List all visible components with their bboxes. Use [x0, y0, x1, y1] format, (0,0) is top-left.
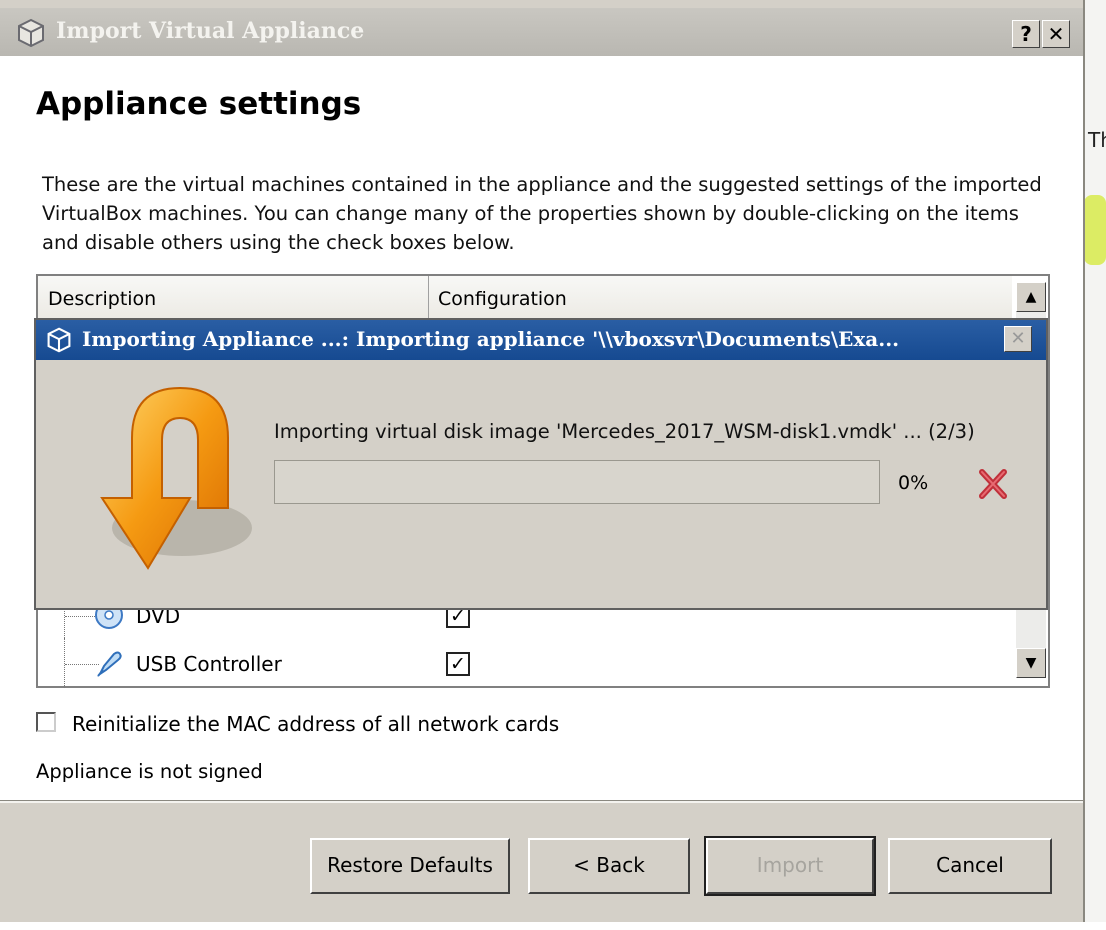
progress-message: Importing virtual disk image 'Mercedes_2… [274, 420, 975, 443]
window-titlebar[interactable]: Import Virtual Appliance ? ✕ [0, 8, 1083, 56]
desktop-edge-text: Th [1088, 128, 1106, 152]
help-button[interactable]: ? [1012, 20, 1040, 48]
scroll-down-button[interactable]: ▼ [1016, 648, 1046, 678]
column-divider[interactable] [428, 276, 429, 320]
desktop-bottom-strip [0, 922, 1106, 930]
desktop-wallpaper-fragment [1084, 195, 1106, 265]
column-header-description[interactable]: Description [48, 288, 156, 310]
usb-icon [97, 651, 122, 677]
restore-defaults-button[interactable]: Restore Defaults [310, 838, 510, 894]
import-button[interactable]: Import [704, 836, 876, 896]
virtualbox-icon [18, 18, 44, 48]
back-button[interactable]: < Back [528, 838, 690, 894]
button-bar-divider-highlight [0, 801, 1083, 803]
progress-dialog-titlebar[interactable]: Importing Appliance ...: Importing appli… [36, 320, 1046, 360]
import-appliance-window: Import Virtual Appliance ? ✕ Appliance s… [0, 0, 1085, 924]
progress-bar [274, 460, 880, 504]
virtualbox-icon [47, 327, 71, 353]
table-row[interactable]: USB Controller ✓ [38, 638, 1012, 688]
signature-status: Appliance is not signed [36, 760, 263, 783]
usb-controller-checkbox[interactable]: ✓ [446, 652, 470, 676]
reinitialize-mac-label[interactable]: Reinitialize the MAC address of all netw… [72, 712, 559, 736]
column-header-configuration[interactable]: Configuration [438, 288, 567, 310]
scroll-up-button[interactable]: ▲ [1016, 282, 1046, 312]
row-label: USB Controller [136, 652, 282, 676]
progress-dialog-title: Importing Appliance ...: Importing appli… [82, 327, 900, 351]
reinitialize-mac-checkbox[interactable] [36, 712, 56, 732]
window-title: Import Virtual Appliance [56, 18, 365, 44]
table-header: Description Configuration [38, 276, 1012, 321]
cancel-button[interactable]: Cancel [888, 838, 1052, 894]
importing-progress-dialog: Importing Appliance ...: Importing appli… [34, 318, 1048, 610]
close-button[interactable]: ✕ [1042, 20, 1070, 48]
page-description: These are the virtual machines contained… [42, 173, 1042, 254]
cancel-import-icon[interactable] [978, 468, 1008, 500]
import-arrow-icon [100, 386, 252, 570]
tree-line [64, 638, 66, 688]
progress-percent: 0% [898, 472, 929, 494]
page-title: Appliance settings [36, 86, 362, 122]
progress-close-button[interactable]: ✕ [1004, 326, 1032, 352]
